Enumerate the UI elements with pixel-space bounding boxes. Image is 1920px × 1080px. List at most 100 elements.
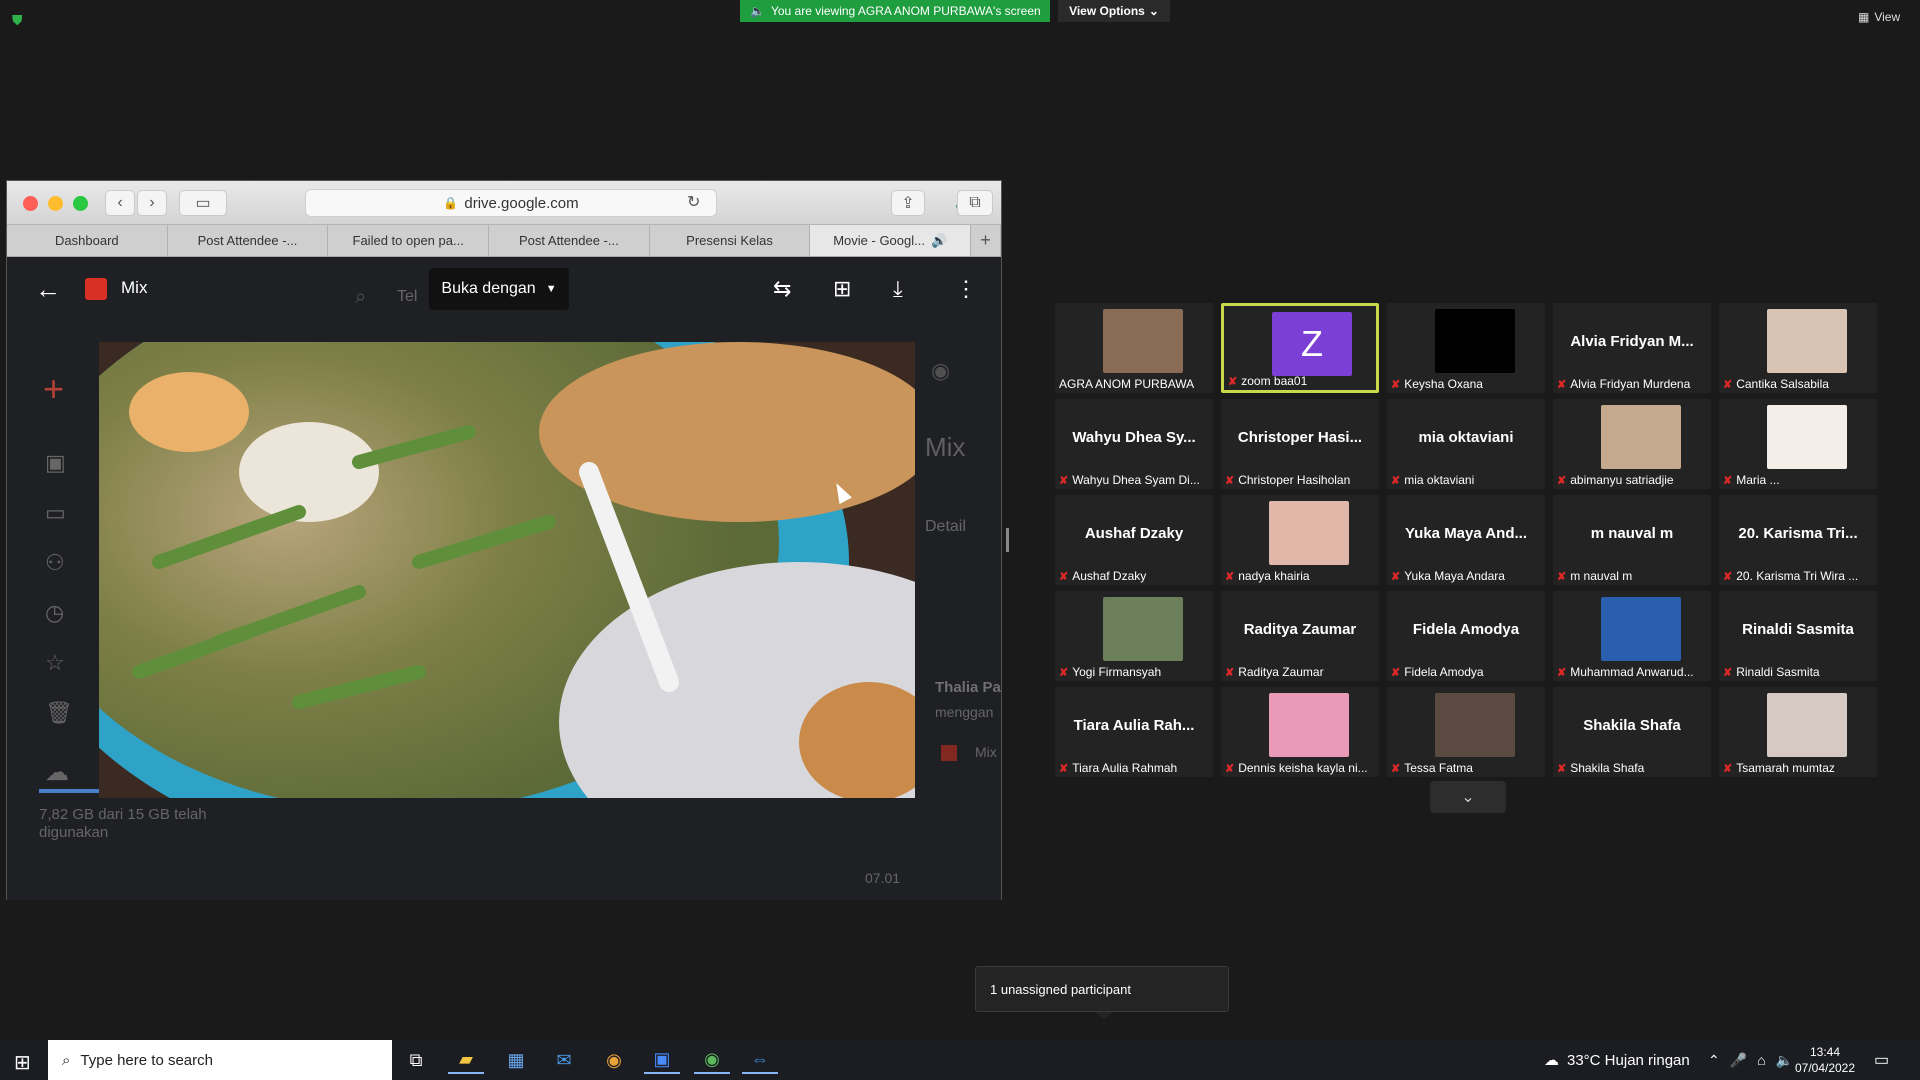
participant-tile[interactable]: ✘ Keysha Oxana (1387, 303, 1545, 393)
tab-post-attendee-1[interactable]: Post Attendee -... (168, 225, 329, 256)
muted-mic-icon: ✘ (1225, 762, 1235, 775)
participant-tile[interactable]: 20. Karisma Tri... ✘ 20. Karisma Tri Wira … (1719, 495, 1877, 585)
browser-forward-button[interactable]: › (137, 190, 167, 216)
preview-header: ← Mix Buka dengan ▼ ⇆ ⊞ ⤓ ⋮ (7, 258, 1001, 322)
tab-overview-button[interactable]: ⧉ (957, 190, 993, 216)
plus-icon: + (980, 230, 991, 250)
participant-name-label: ✘ Tiara Aulia Rahmah (1059, 761, 1211, 775)
tab-dashboard[interactable]: Dashboard (7, 225, 168, 256)
participant-tile[interactable]: ✘ abimanyu satriadjie (1553, 399, 1711, 489)
tab-presensi-kelas[interactable]: Presensi Kelas (650, 225, 811, 256)
storage-text: 7,82 GB dari 15 GB telah digunakan (39, 806, 207, 841)
participant-name: Yogi Firmansyah (1072, 665, 1162, 679)
maximize-window-button[interactable] (73, 196, 88, 211)
chrome-profile-icon[interactable]: ◉ (694, 1046, 730, 1074)
gallery-next-page-button[interactable]: ⌄ (1430, 781, 1506, 813)
view-options-button[interactable]: View Options ⌄ (1058, 0, 1170, 22)
participant-tile[interactable]: Rinaldi Sasmita ✘ Rinaldi Sasmita (1719, 591, 1877, 681)
chrome-icon[interactable]: ◉ (596, 1046, 632, 1074)
participant-tile[interactable]: ✘ Cantika Salsabila (1719, 303, 1877, 393)
participant-tile[interactable]: AGRA ANOM PURBAWA (1055, 303, 1213, 393)
participant-name-label: ✘ m nauval m (1557, 569, 1709, 583)
participant-tile[interactable]: ✘ Tsamarah mumtaz (1719, 687, 1877, 777)
caret-down-icon: ▼ (545, 283, 557, 295)
tab-movie-google[interactable]: Movie - Googl... 🔊 (810, 225, 972, 256)
tab-speaker-icon[interactable]: 🔊 (931, 233, 947, 249)
taskbar-search-box[interactable]: ⌕ Type here to search (48, 1040, 392, 1080)
participant-tile[interactable]: ✘ nadya khairia (1221, 495, 1379, 585)
participant-tile[interactable]: Aushaf Dzaky ✘ Aushaf Dzaky (1055, 495, 1213, 585)
participant-tile[interactable]: Fidela Amodya ✘ Fidela Amodya (1387, 591, 1545, 681)
participant-tile[interactable]: Shakila Shafa ✘ Shakila Shafa (1553, 687, 1711, 777)
weather-widget[interactable]: ☁ 33°C Hujan ringan (1544, 1051, 1690, 1070)
participant-display-name: Tiara Aulia Rah... (1073, 717, 1195, 734)
address-bar[interactable]: 🔒 drive.google.com (305, 189, 717, 217)
minimize-window-button[interactable] (48, 196, 63, 211)
file-explorer-icon[interactable]: ▰ (448, 1046, 484, 1074)
sidebar-toggle-button[interactable]: ▭ (179, 190, 227, 216)
zoom-app-icon[interactable]: ▣ (644, 1046, 680, 1074)
participant-name-label: ✘ Cantika Salsabila (1723, 377, 1875, 391)
participant-tile[interactable]: ✘ Muhammad Anwarud... (1553, 591, 1711, 681)
muted-mic-icon: ✘ (1391, 570, 1401, 583)
video-player[interactable] (99, 342, 915, 798)
notification-center-icon[interactable]: ▭ (1874, 1050, 1889, 1070)
participant-name-label: ✘ Alvia Fridyan Murdena (1557, 377, 1709, 391)
system-tray: ⌃ 🎤 ⌂ 🔈 (1708, 1052, 1793, 1069)
tab-failed-to-open[interactable]: Failed to open pa... (328, 225, 490, 256)
url-text: drive.google.com (464, 194, 579, 212)
participant-tile[interactable]: ✘ Maria ... (1719, 399, 1877, 489)
participant-video (1767, 405, 1847, 469)
open-with-label: Buka dengan (441, 280, 536, 297)
back-arrow-icon[interactable]: ← (35, 274, 61, 305)
tab-post-attendee-2[interactable]: Post Attendee -... (489, 225, 650, 256)
participant-tile[interactable]: ✘ Tessa Fatma (1387, 687, 1545, 777)
store-icon[interactable]: ▦ (498, 1046, 534, 1074)
banner-text: You are viewing AGRA ANOM PURBAWA's scre… (770, 4, 1041, 18)
participant-tile[interactable]: Tiara Aulia Rah... ✘ Tiara Aulia Rahmah (1055, 687, 1213, 777)
participant-tile[interactable]: Raditya Zaumar ✘ Raditya Zaumar (1221, 591, 1379, 681)
add-shortcut-icon[interactable]: ⊞ (833, 276, 851, 302)
participant-tile[interactable]: Wahyu Dhea Sy... ✘ Wahyu Dhea Syam Di... (1055, 399, 1213, 489)
participant-tile[interactable]: ✘ Dennis keisha kayla ni... (1221, 687, 1379, 777)
windows-start-icon[interactable]: ⊞ (14, 1050, 31, 1075)
more-options-icon[interactable]: ⋮ (955, 276, 977, 302)
participant-tile[interactable]: mia oktaviani ✘ mia oktaviani (1387, 399, 1545, 489)
details-label: Detail (925, 518, 966, 535)
view-button[interactable]: ▦ View (1858, 10, 1900, 24)
participant-tile[interactable]: Alvia Fridyan M... ✘ Alvia Fridyan Murdena (1553, 303, 1711, 393)
microphone-icon[interactable]: 🎤 (1730, 1052, 1747, 1069)
download-icon[interactable]: ⤓ (893, 276, 903, 302)
new-tab-button[interactable]: + (971, 225, 1002, 256)
reload-icon[interactable]: ↻ (687, 192, 700, 212)
unassigned-participant-notice[interactable]: 1 unassigned participant (975, 966, 1229, 1012)
participant-name-label: ✘ Dennis keisha kayla ni... (1225, 761, 1377, 775)
participant-tile[interactable]: m nauval m ✘ m nauval m (1553, 495, 1711, 585)
close-window-button[interactable] (23, 196, 38, 211)
participant-tile[interactable]: Christoper Hasi... ✘ Christoper Hasiholan (1221, 399, 1379, 489)
task-view-icon[interactable]: ⧉ (398, 1046, 434, 1074)
add-to-drive-icon[interactable]: ⇆ (773, 276, 791, 302)
split-handle[interactable] (1006, 528, 1009, 552)
mail-icon[interactable]: ✉ (546, 1046, 582, 1074)
participant-display-name: Shakila Shafa (1583, 717, 1681, 734)
share-button[interactable]: ⇪ (891, 190, 925, 216)
network-icon[interactable]: ⌂ (1757, 1052, 1765, 1069)
security-shield-icon[interactable]: ⛊ (12, 12, 28, 28)
participant-name: AGRA ANOM PURBAWA (1059, 377, 1195, 391)
participant-tile[interactable]: Yuka Maya And... ✘ Yuka Maya Andara (1387, 495, 1545, 585)
participant-name-label: ✘ 20. Karisma Tri Wira ... (1723, 569, 1875, 583)
muted-mic-icon: ✘ (1059, 474, 1069, 487)
open-with-button[interactable]: Buka dengan ▼ (429, 268, 569, 310)
participant-name-label: ✘ Raditya Zaumar (1225, 665, 1377, 679)
clock-date: 07/04/2022 (1794, 1061, 1856, 1075)
participant-video (1103, 597, 1183, 661)
chevron-up-icon[interactable]: ⌃ (1708, 1052, 1720, 1069)
taskbar-clock[interactable]: 13:44 07/04/2022 (1790, 1044, 1860, 1076)
participant-tile[interactable]: ✘ Yogi Firmansyah (1055, 591, 1213, 681)
browser-back-button[interactable]: ‹ (105, 190, 135, 216)
teamviewer-icon[interactable]: ⇔ (742, 1046, 778, 1074)
participant-tile[interactable]: Z ✘ zoom baa01 (1221, 303, 1379, 393)
share-icon: ⇪ (901, 195, 915, 212)
participant-name-label: ✘ Christoper Hasiholan (1225, 473, 1377, 487)
